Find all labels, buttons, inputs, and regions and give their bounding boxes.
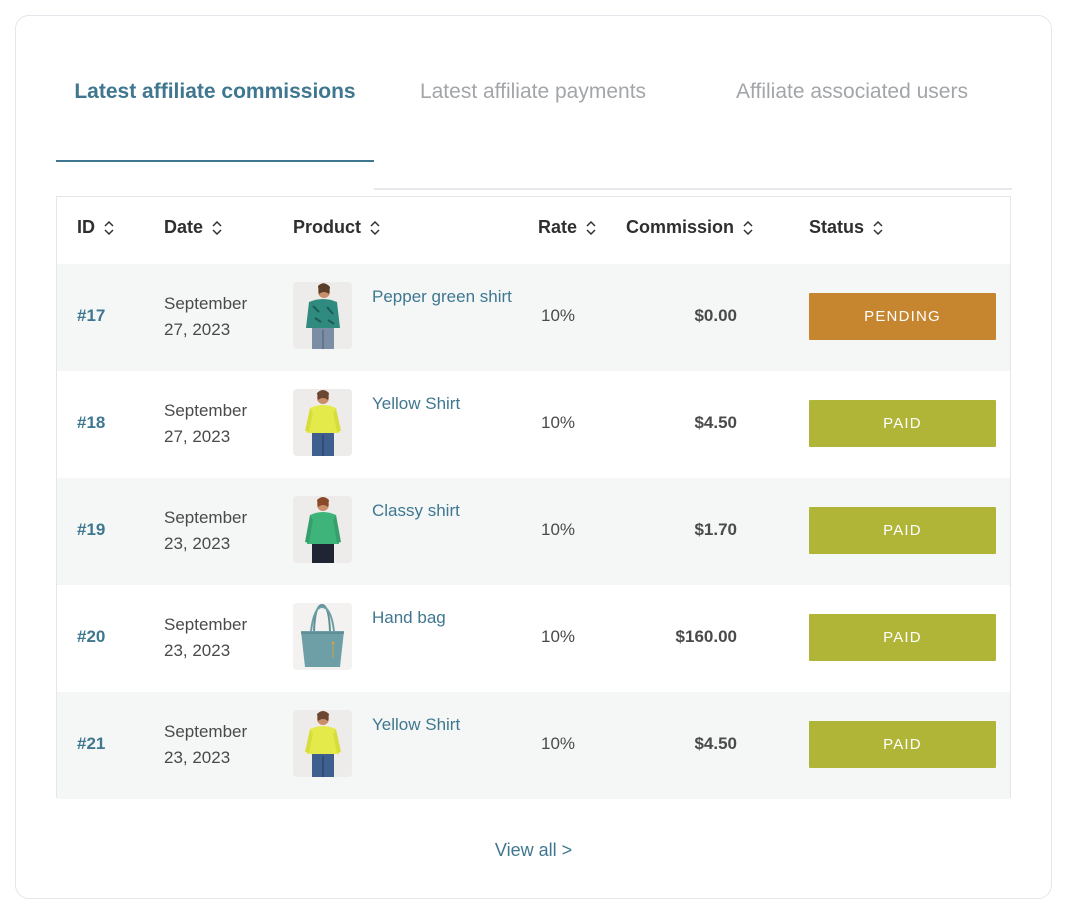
status-badge: PAID: [809, 507, 996, 554]
commission-rate: 10%: [541, 306, 576, 325]
classy-shirt-image: [293, 496, 352, 563]
green-shirt-image: [293, 282, 352, 349]
column-label: Commission: [626, 217, 735, 237]
sort-icon: [212, 220, 222, 235]
table-row: #21 September 23, 2023 Yellow Shirt 10% …: [57, 692, 1010, 799]
sort-icon: [743, 220, 753, 235]
table-row: #18 September 27, 2023 Yellow Shirt 10% …: [57, 371, 1010, 478]
column-label: ID: [77, 217, 95, 237]
table-row: #17 September 27, 2023 Pepper green shir…: [57, 264, 1010, 371]
commission-date: September 27, 2023: [164, 294, 248, 339]
product-link[interactable]: Yellow Shirt: [372, 391, 512, 417]
commission-date: September 23, 2023: [164, 615, 248, 660]
column-label: Product: [293, 217, 362, 237]
sort-icon: [873, 220, 883, 235]
product-link[interactable]: Pepper green shirt: [372, 284, 512, 310]
sort-icon: [104, 220, 114, 235]
tab-bar: Latest affiliate commissions Latest affi…: [56, 76, 1012, 190]
product-link[interactable]: Yellow Shirt: [372, 712, 512, 738]
commission-id-link[interactable]: #18: [77, 413, 105, 433]
sort-icon: [370, 220, 380, 235]
commission-id-link[interactable]: #20: [77, 627, 105, 647]
product-thumbnail-hand-bag[interactable]: [293, 603, 352, 670]
tab-latest-commissions[interactable]: Latest affiliate commissions: [56, 76, 374, 162]
commission-rate: 10%: [541, 413, 576, 432]
tab-latest-payments[interactable]: Latest affiliate payments: [374, 76, 692, 108]
product-thumbnail-classy-shirt[interactable]: [293, 496, 352, 563]
commission-amount: $0.00: [694, 306, 737, 325]
commission-rate: 10%: [541, 520, 576, 539]
commission-rate: 10%: [541, 627, 576, 646]
column-header-product[interactable]: Product: [293, 217, 380, 238]
commission-amount: $4.50: [694, 413, 737, 432]
hand-bag-image: [293, 603, 352, 670]
product-thumbnail-green-shirt[interactable]: [293, 282, 352, 349]
column-header-date[interactable]: Date: [164, 217, 222, 238]
affiliate-card: Latest affiliate commissions Latest affi…: [15, 15, 1052, 899]
product-link[interactable]: Hand bag: [372, 605, 512, 631]
commissions-table: ID Date Product Rate Commission Status #…: [56, 196, 1011, 799]
yellow-shirt-image: [293, 389, 352, 456]
commission-date: September 27, 2023: [164, 401, 248, 446]
column-header-id[interactable]: ID: [77, 217, 114, 238]
column-label: Rate: [538, 217, 578, 237]
view-all-link[interactable]: View all >: [16, 840, 1051, 861]
product-link[interactable]: Classy shirt: [372, 498, 512, 524]
table-row: #19 September 23, 2023 Classy shirt 10% …: [57, 478, 1010, 585]
commission-amount: $160.00: [675, 627, 737, 646]
commission-amount: $4.50: [694, 734, 737, 753]
table-row: #20 September 23, 2023 Hand bag 10% $160…: [57, 585, 1010, 692]
status-badge: PAID: [809, 614, 996, 661]
product-thumbnail-yellow-shirt[interactable]: [293, 710, 352, 777]
yellow-shirt-image: [293, 710, 352, 777]
commission-date: September 23, 2023: [164, 722, 248, 767]
status-badge: PAID: [809, 400, 996, 447]
sort-icon: [586, 220, 596, 235]
commission-date: September 23, 2023: [164, 508, 248, 553]
tab-associated-users[interactable]: Affiliate associated users: [692, 76, 1012, 108]
product-thumbnail-yellow-shirt[interactable]: [293, 389, 352, 456]
commission-id-link[interactable]: #19: [77, 520, 105, 540]
column-label: Date: [164, 217, 204, 237]
column-header-status[interactable]: Status: [809, 217, 883, 238]
commission-id-link[interactable]: #17: [77, 306, 105, 326]
commission-id-link[interactable]: #21: [77, 734, 105, 754]
column-header-commission[interactable]: Commission: [626, 217, 753, 238]
column-label: Status: [809, 217, 865, 237]
column-header-rate[interactable]: Rate: [538, 217, 596, 238]
status-badge: PENDING: [809, 293, 996, 340]
table-header: ID Date Product Rate Commission Status: [57, 197, 1010, 264]
status-badge: PAID: [809, 721, 996, 768]
commission-rate: 10%: [541, 734, 576, 753]
commission-amount: $1.70: [694, 520, 737, 539]
